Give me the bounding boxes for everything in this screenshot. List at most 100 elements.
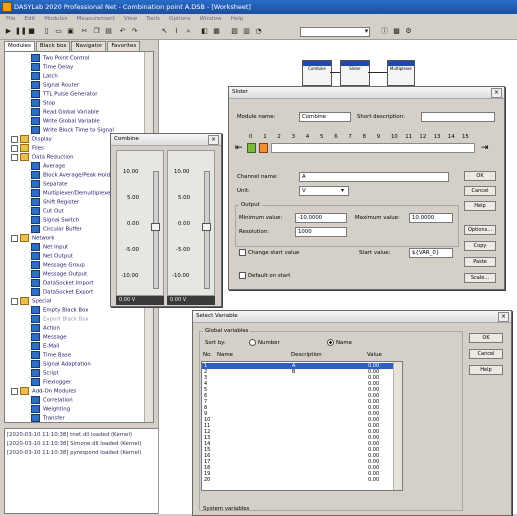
tree-item[interactable]: Export Black Box xyxy=(31,315,89,324)
last-channel-icon[interactable]: ⇥ xyxy=(481,142,491,154)
tree-item[interactable]: Write Block Time to Signal xyxy=(31,126,114,135)
tree-item[interactable]: Net Output xyxy=(31,252,73,261)
channel-number[interactable]: 2 xyxy=(277,133,280,141)
menu-help[interactable]: Help xyxy=(231,14,244,24)
channel-b-icon[interactable] xyxy=(259,143,268,153)
resolution-input[interactable]: 1000 xyxy=(295,227,347,237)
start-value-input[interactable]: ${VAR_0} xyxy=(409,248,453,258)
tree-item[interactable]: Average xyxy=(31,162,65,171)
tab-modules[interactable]: Modules xyxy=(4,41,35,51)
tree-item[interactable]: Signal Switch xyxy=(31,216,79,225)
short-description-input[interactable] xyxy=(421,112,495,122)
pointer-icon[interactable]: ↖ xyxy=(160,27,169,36)
channel-number[interactable]: 8 xyxy=(363,133,366,141)
zoom-icon[interactable]: ⌕ xyxy=(184,27,193,36)
expand-icon[interactable] xyxy=(11,387,18,395)
options-button[interactable]: Options... xyxy=(464,225,496,235)
help-button[interactable]: Help xyxy=(469,365,503,375)
tree-item[interactable]: Cut Out xyxy=(31,207,64,216)
channel-number[interactable]: 0 xyxy=(249,133,252,141)
tree-item[interactable]: Weighting xyxy=(31,405,70,414)
tree-item[interactable]: Signal Adaptation xyxy=(31,360,91,369)
channel-number[interactable]: 10 xyxy=(391,133,398,141)
tree-item[interactable]: Latch xyxy=(31,72,58,81)
layout-icon[interactable]: ▩ xyxy=(392,27,401,36)
menu-file[interactable]: File xyxy=(6,14,15,24)
sort-name-radio[interactable]: Name xyxy=(327,339,352,347)
cancel-button[interactable]: Cancel xyxy=(469,349,503,359)
wire-icon[interactable]: ⌇ xyxy=(172,27,181,36)
close-icon[interactable]: × xyxy=(491,88,502,98)
redo-icon[interactable]: ↷ xyxy=(130,27,139,36)
list-scrollbar[interactable] xyxy=(393,362,402,490)
tree-item[interactable]: DataSocket Export xyxy=(31,288,93,297)
channel-number[interactable]: 13 xyxy=(434,133,441,141)
first-channel-icon[interactable]: ⇤ xyxy=(235,142,245,154)
channel-number[interactable]: 12 xyxy=(419,133,426,141)
tree-item[interactable]: Write Global Variable xyxy=(31,117,100,126)
close-icon[interactable]: × xyxy=(208,135,219,145)
chevron-down-icon[interactable]: ▾ xyxy=(341,187,348,195)
chart-icon[interactable]: ▨ xyxy=(230,27,239,36)
variables-list[interactable]: 1 A 0.00 2 B 0.00 3 0.00 4 0.00 5 0.00 6 0.00 7 0.00 8 0.… xyxy=(201,361,403,491)
expand-icon[interactable] xyxy=(11,135,18,143)
info-icon[interactable]: ⓘ xyxy=(380,27,389,36)
tree-item[interactable]: Correlation xyxy=(31,396,73,405)
tree-item[interactable]: Block Average/Peak Hold xyxy=(31,171,110,180)
save-icon[interactable]: ▣ xyxy=(66,27,75,36)
menu-edit[interactable]: Edit xyxy=(24,14,35,24)
tree-item[interactable]: Two Point Control xyxy=(31,54,89,63)
tree-folder[interactable]: Data Reduction xyxy=(11,153,74,162)
module-name-input[interactable]: Combine xyxy=(299,112,351,122)
tree-item[interactable]: Separate xyxy=(31,180,67,189)
menu-options[interactable]: Options xyxy=(169,14,191,24)
tree-item[interactable]: DataSocket Import xyxy=(31,279,94,288)
channel-number[interactable]: 9 xyxy=(377,133,380,141)
tab-favorites[interactable]: Favorites xyxy=(107,41,141,51)
table-icon[interactable]: ▥ xyxy=(242,27,251,36)
stop-icon[interactable]: ■ xyxy=(27,27,36,36)
menu-modules[interactable]: Modules xyxy=(44,14,67,24)
expand-icon[interactable] xyxy=(11,153,18,161)
tab-black-box[interactable]: Black box xyxy=(35,41,71,51)
tree-folder[interactable]: Special xyxy=(11,297,51,306)
menu-window[interactable]: Window xyxy=(200,14,222,24)
column-description[interactable]: Description xyxy=(291,351,322,359)
layer-combo[interactable] xyxy=(300,27,370,37)
tree-item[interactable]: Time Delay xyxy=(31,63,73,72)
maximum-input[interactable]: 10.0000 xyxy=(409,213,453,223)
grid-icon[interactable]: ▦ xyxy=(212,27,221,36)
tree-item[interactable]: Message Output xyxy=(31,270,87,279)
change-start-checkbox[interactable]: Change start value xyxy=(239,249,299,257)
tree-item[interactable]: Message xyxy=(31,333,67,342)
tree-item[interactable]: Shift Register xyxy=(31,198,79,207)
left-slider-thumb[interactable] xyxy=(151,223,160,231)
tree-item[interactable]: Empty Black Box xyxy=(31,306,88,315)
default-on-start-checkbox[interactable]: Default on start xyxy=(239,272,290,280)
tree-item[interactable]: Multiplexer/Demultiplexer xyxy=(31,189,113,198)
tree-item[interactable]: Flexlogger xyxy=(31,378,71,387)
menu-tools[interactable]: Tools xyxy=(146,14,160,24)
paste-button[interactable]: Paste xyxy=(464,257,496,267)
tree-item[interactable]: Action xyxy=(31,324,60,333)
expand-icon[interactable] xyxy=(11,234,18,242)
expand-icon[interactable] xyxy=(11,144,18,152)
channel-number[interactable]: 11 xyxy=(405,133,412,141)
tree-item[interactable]: Signal Router xyxy=(31,81,79,90)
channel-number[interactable]: 7 xyxy=(348,133,351,141)
channel-number[interactable]: 14 xyxy=(448,133,455,141)
tree-folder[interactable]: Display xyxy=(11,135,52,144)
channel-bar[interactable] xyxy=(271,143,475,153)
new-file-icon[interactable]: ▯ xyxy=(42,27,51,36)
cancel-button[interactable]: Cancel xyxy=(464,186,496,196)
close-icon[interactable]: × xyxy=(498,312,509,322)
tree-item[interactable]: Time Base xyxy=(31,351,71,360)
channel-number[interactable]: 6 xyxy=(334,133,337,141)
tree-item[interactable]: Script xyxy=(31,369,59,378)
tree-item[interactable]: Net Input xyxy=(31,243,68,252)
tree-item[interactable]: Transfer xyxy=(31,414,65,422)
channel-a-icon[interactable] xyxy=(247,143,256,153)
undo-icon[interactable]: ↶ xyxy=(118,27,127,36)
scale-button[interactable]: Scale... xyxy=(464,273,496,283)
channel-name-input[interactable]: A xyxy=(299,172,449,182)
